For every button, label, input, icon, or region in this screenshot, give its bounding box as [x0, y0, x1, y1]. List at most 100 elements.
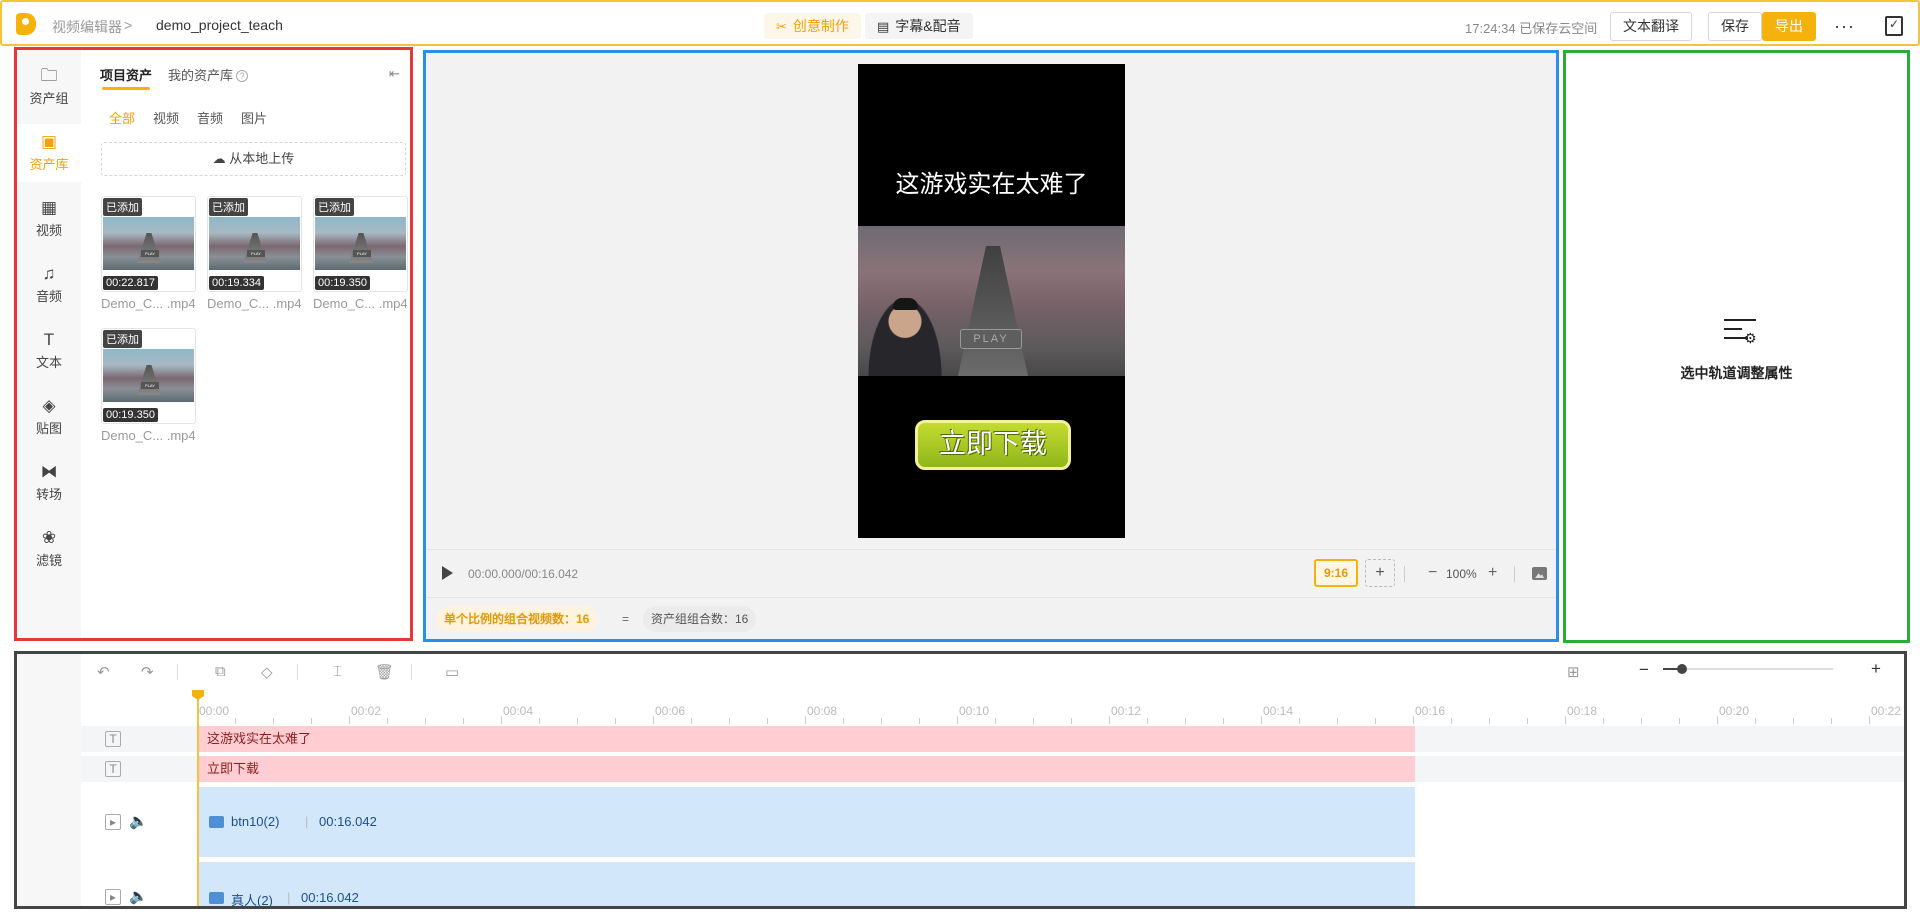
- asset-thumbnail[interactable]: 已添加 00:19.350: [101, 328, 196, 424]
- help-icon[interactable]: ?: [236, 70, 249, 82]
- added-badge: 已添加: [103, 330, 142, 348]
- video-clip[interactable]: 真人(2) | 00:16.042: [199, 862, 1415, 906]
- filter-all[interactable]: 全部: [109, 108, 135, 127]
- asset-thumbnail[interactable]: 已添加 00:19.334: [207, 196, 302, 292]
- ruler-tick: [615, 718, 616, 724]
- asset-thumbnail[interactable]: 已添加 00:22.817: [101, 196, 196, 292]
- sidebar-item-7[interactable]: ❀ 滤镜: [17, 520, 81, 578]
- sidebar-item-label: 文本: [35, 355, 62, 370]
- asset-card[interactable]: 已添加 00:22.817 Demo_C... .mp4: [101, 196, 196, 311]
- text-clip[interactable]: 立即下载: [199, 756, 1415, 782]
- ruler-tick: [1793, 718, 1794, 724]
- eraser-icon[interactable]: ◇: [261, 663, 273, 681]
- ruler-tick: [273, 718, 274, 724]
- sidebar-item-6[interactable]: ⧓ 转场: [17, 454, 81, 512]
- playhead[interactable]: [197, 690, 199, 906]
- sidebar-item-0[interactable]: 🗀 资产组: [17, 58, 81, 116]
- folder-icon: [209, 816, 224, 828]
- translate-button[interactable]: 文本翻译: [1610, 12, 1692, 41]
- speaker-icon[interactable]: 🔈: [129, 812, 148, 830]
- timeline-zoom-out-button[interactable]: −: [1639, 660, 1649, 680]
- ruler-tick: [957, 716, 958, 724]
- text-icon: T: [43, 330, 55, 349]
- timeline-zoom-in-button[interactable]: +: [1871, 659, 1881, 679]
- thumbnail-image: [209, 217, 300, 270]
- properties-empty-hint: 选中轨道调整属性: [1680, 365, 1793, 381]
- clip-name: btn10(2): [231, 814, 280, 829]
- cloud-upload-icon: ☁: [212, 151, 226, 166]
- ruler-tick-label: 00:22: [1871, 704, 1902, 718]
- add-ratio-button[interactable]: +: [1365, 559, 1395, 587]
- filter-icon: ❀: [41, 528, 57, 547]
- asset-card[interactable]: 已添加 00:19.350 Demo_C... .mp4: [101, 328, 196, 443]
- zoom-value: 100%: [1446, 567, 1477, 581]
- clip-duration: 00:16.042: [319, 814, 377, 829]
- film-icon: ▦: [40, 198, 58, 217]
- ruler-tick: [1641, 718, 1642, 724]
- sidebar-item-label: 转场: [35, 487, 62, 502]
- ruler-tick: [235, 718, 236, 724]
- properties-panel: ⚙ 选中轨道调整属性: [1563, 50, 1910, 643]
- tab-my-library[interactable]: 我的资产库?: [168, 65, 249, 84]
- sidebar-item-3[interactable]: ♫ 音频: [17, 256, 81, 314]
- export-button[interactable]: 导出: [1762, 12, 1816, 41]
- tab-creative[interactable]: ✂ 创意制作: [764, 13, 861, 39]
- undo-icon[interactable]: ↶: [97, 663, 110, 681]
- added-badge: 已添加: [103, 198, 142, 216]
- more-menu-icon[interactable]: ···: [1834, 16, 1855, 37]
- split-icon[interactable]: ⌶: [333, 663, 342, 680]
- play-icon[interactable]: [442, 566, 453, 580]
- video-canvas[interactable]: 这游戏实在太难了 PLAY 立即下载: [858, 64, 1125, 538]
- snapshot-icon[interactable]: [1532, 567, 1547, 580]
- aspect-ratio-9-16[interactable]: 9:16: [1314, 559, 1358, 587]
- timeline-zoom-slider[interactable]: [1663, 664, 1833, 674]
- ruler-tick-label: 00:04: [503, 704, 534, 718]
- timeline-panel: ↶ ↷ ⧉ ◇ ⌶ 🗑 ▭ ⊞ − + 00:00 00:02 00:04 00:06…: [14, 651, 1907, 909]
- ruler-tick-label: 00:10: [959, 704, 990, 718]
- save-button[interactable]: 保存: [1708, 12, 1762, 41]
- tab-creative-label: 创意制作: [792, 18, 849, 34]
- subtitle-icon: ▤: [877, 19, 890, 34]
- app-logo: [16, 13, 36, 35]
- tab-subtitle-dubbing[interactable]: ▤ 字幕&配音: [865, 13, 973, 39]
- text-track-icon: T: [105, 761, 121, 777]
- zoom-out-button[interactable]: −: [1428, 564, 1437, 582]
- speaker-icon[interactable]: 🔈: [129, 887, 148, 905]
- filter-video[interactable]: 视频: [153, 108, 179, 127]
- upload-local-button[interactable]: ☁ 从本地上传: [101, 142, 406, 176]
- added-badge: 已添加: [315, 198, 354, 216]
- thumbnail-image: [103, 217, 194, 270]
- tab-project-assets[interactable]: 项目资产: [100, 65, 152, 90]
- ruler-tick: [1755, 718, 1756, 724]
- divider: [1514, 566, 1515, 582]
- ruler-tick: [1527, 718, 1528, 724]
- ruler-tick: [1451, 718, 1452, 724]
- sidebar-item-1[interactable]: ▣ 资产库: [17, 124, 81, 182]
- sidebar-item-2[interactable]: ▦ 视频: [17, 190, 81, 248]
- collapse-panel-icon[interactable]: ⇤: [389, 66, 400, 82]
- sidebar-item-5[interactable]: ◈ 贴图: [17, 388, 81, 446]
- ruler-tick-label: 00:12: [1111, 704, 1142, 718]
- fit-timeline-icon[interactable]: ⊞: [1567, 663, 1580, 681]
- asset-thumbnail[interactable]: 已添加 00:19.350: [313, 196, 408, 292]
- ruler-tick: [425, 718, 426, 724]
- asset-duration: 00:22.817: [103, 276, 158, 290]
- time-ruler[interactable]: 00:00 00:02 00:04 00:06 00:08 00:10 00:12 00:14…: [81, 692, 1904, 726]
- ruler-tick: [1869, 716, 1870, 724]
- asset-card[interactable]: 已添加 00:19.350 Demo_C... .mp4: [313, 196, 408, 311]
- copy-icon[interactable]: ⧉: [215, 663, 226, 680]
- filter-image[interactable]: 图片: [241, 108, 267, 127]
- video-clip[interactable]: btn10(2) | 00:16.042: [199, 787, 1415, 857]
- sidebar-item-4[interactable]: T 文本: [17, 322, 81, 380]
- redo-icon[interactable]: ↷: [141, 663, 154, 681]
- ruler-tick: [1603, 718, 1604, 724]
- text-clip[interactable]: 这游戏实在太难了: [199, 726, 1415, 752]
- asset-card[interactable]: 已添加 00:19.334 Demo_C... .mp4: [207, 196, 302, 311]
- task-checklist-icon[interactable]: [1885, 16, 1903, 36]
- save-status: 17:24:34 已保存云空间: [1465, 21, 1598, 36]
- folder-icon[interactable]: ▭: [445, 663, 459, 681]
- delete-icon[interactable]: 🗑: [375, 663, 394, 681]
- breadcrumb-root[interactable]: 视频编辑器: [52, 17, 122, 37]
- filter-audio[interactable]: 音频: [197, 108, 223, 127]
- zoom-in-button[interactable]: +: [1488, 564, 1497, 582]
